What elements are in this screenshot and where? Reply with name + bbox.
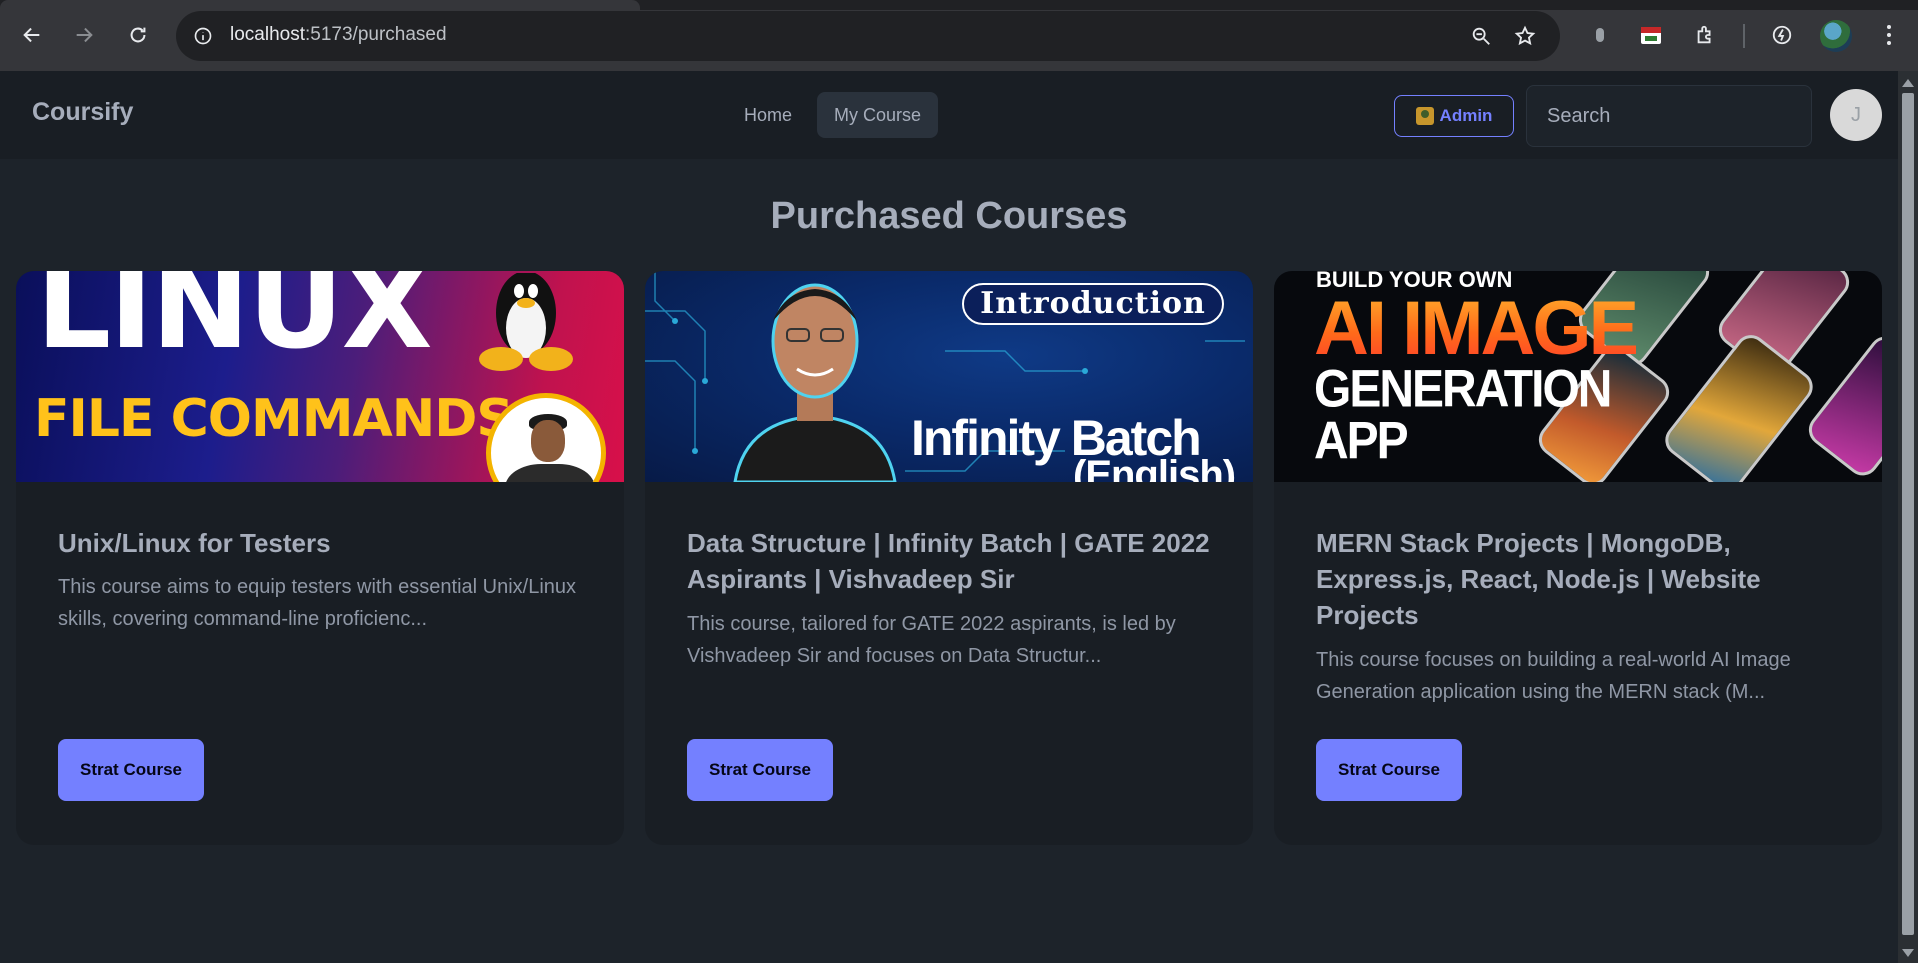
- admin-button[interactable]: Admin: [1394, 95, 1514, 137]
- site-info-icon[interactable]: [186, 19, 220, 53]
- course-description: This course, tailored for GATE 2022 aspi…: [687, 613, 1176, 667]
- performance-icon[interactable]: [1767, 20, 1797, 50]
- extension-calendar-icon[interactable]: [1636, 20, 1666, 50]
- main-menu: Home My Course: [727, 92, 939, 138]
- profile-avatar-icon[interactable]: [1820, 20, 1852, 52]
- zoom-icon[interactable]: [1466, 21, 1496, 51]
- browser-chrome: localhost:5173/purchased: [0, 0, 1918, 71]
- course-thumbnail: Introduction Infinity Batch (English): [645, 271, 1253, 482]
- reload-icon[interactable]: [121, 18, 155, 52]
- scroll-up-icon[interactable]: [1902, 79, 1914, 87]
- tab-strip: [0, 0, 1918, 10]
- bookmark-star-icon[interactable]: [1510, 21, 1540, 51]
- course-card: BUILD YOUR OWN AI IMAGE GENERATION APP M…: [1274, 271, 1882, 845]
- admin-label: Admin: [1439, 106, 1493, 125]
- thumbnail-text: APP: [1314, 412, 1409, 471]
- url-text: localhost:5173/purchased: [230, 24, 447, 46]
- extensions-puzzle-icon[interactable]: [1690, 20, 1720, 50]
- brand-logo[interactable]: Coursify: [32, 98, 133, 127]
- menu-item-home[interactable]: Home: [727, 92, 809, 138]
- browser-tab[interactable]: [0, 0, 640, 10]
- thumbnail-text: LINUX: [36, 271, 433, 375]
- instructor-photo: [733, 283, 897, 482]
- tux-penguin-icon: [479, 273, 573, 371]
- page-scrollbar[interactable]: [1898, 71, 1918, 963]
- browser-menu-icon[interactable]: [1876, 20, 1902, 50]
- course-thumbnail: BUILD YOUR OWN AI IMAGE GENERATION APP: [1274, 271, 1882, 482]
- start-course-button[interactable]: Strat Course: [58, 739, 204, 801]
- thumbnail-text: FILE COMMANDS: [34, 389, 514, 449]
- thumbnail-text: (English): [1073, 453, 1236, 482]
- app-navbar: Coursify Home My Course Admin J: [0, 71, 1898, 159]
- url-host: localhost: [230, 24, 305, 45]
- phone-image: [1802, 330, 1882, 482]
- user-avatar[interactable]: J: [1830, 89, 1882, 141]
- page: Coursify Home My Course Admin J Purchase…: [0, 71, 1898, 963]
- course-title: MERN Stack Projects | MongoDB, Express.j…: [1316, 528, 1761, 630]
- course-title: Data Structure | Infinity Batch | GATE 2…: [687, 528, 1210, 594]
- extension-icon[interactable]: [1585, 20, 1615, 50]
- course-description: This course focuses on building a real-w…: [1316, 649, 1791, 703]
- admin-icon: [1415, 107, 1434, 125]
- course-card: Introduction Infinity Batch (English) Da…: [645, 271, 1253, 845]
- search-input[interactable]: [1526, 85, 1812, 147]
- address-bar[interactable]: localhost:5173/purchased: [176, 11, 1560, 61]
- course-card: LINUX FILE COMMANDS Unix/Linux for Teste…: [16, 271, 624, 845]
- course-thumbnail: LINUX FILE COMMANDS: [16, 271, 624, 482]
- url-path: :5173/purchased: [305, 24, 447, 45]
- scroll-down-icon[interactable]: [1902, 949, 1914, 957]
- start-course-button[interactable]: Strat Course: [1316, 739, 1462, 801]
- scrollbar-thumb[interactable]: [1902, 93, 1914, 935]
- course-description: This course aims to equip testers with e…: [58, 576, 577, 630]
- menu-item-my-course[interactable]: My Course: [817, 92, 939, 138]
- thumbnail-text: Introduction: [962, 283, 1224, 325]
- page-title: Purchased Courses: [770, 195, 1128, 237]
- course-title: Unix/Linux for Testers: [58, 528, 331, 558]
- back-icon[interactable]: [15, 18, 49, 52]
- toolbar-separator: [1743, 24, 1745, 48]
- start-course-button[interactable]: Strat Course: [687, 739, 833, 801]
- forward-icon[interactable]: [67, 18, 101, 52]
